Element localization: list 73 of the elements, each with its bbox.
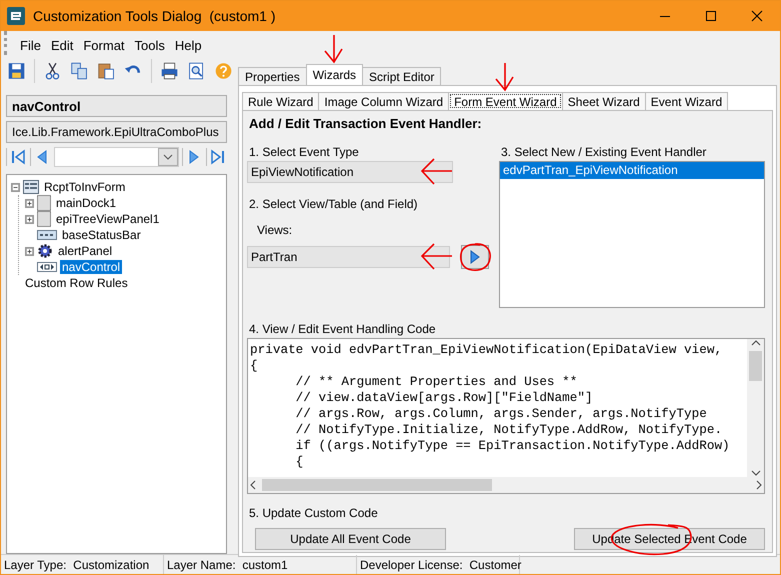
scroll-down-icon[interactable] [750,469,760,477]
tab[interactable]: Form Event Wizard [448,92,563,110]
tab[interactable]: Wizards [306,64,364,85]
expand-icon[interactable] [25,246,34,256]
status-text: Developer License: Customer [357,555,520,574]
form-icon [23,180,39,194]
scrollbar-thumb[interactable] [749,351,762,381]
print-preview-icon[interactable] [186,60,206,82]
scroll-right-icon[interactable] [754,480,764,490]
tab[interactable]: Image Column Wizard [318,92,450,110]
code-line: if ((args.NotifyType == EpiTransaction.NotifyType.AddRow) [294,438,731,454]
copy-icon[interactable] [70,60,89,82]
tree-item[interactable]: mainDock1 [54,196,118,210]
first-record-icon[interactable] [6,148,27,166]
tree-item[interactable]: navControl [60,260,122,274]
print-icon[interactable] [160,60,179,82]
status-text: Layer Name: custom1 [164,555,357,574]
tree-item[interactable]: alertPanel [56,244,114,258]
code-editor[interactable] [247,338,765,494]
control-type-field: Ice.Lib.Framework.EpiUltraComboPlus [6,121,227,143]
tab[interactable]: Rule Wizard [242,92,320,110]
save-icon[interactable] [7,60,26,82]
app-logo-icon [7,7,25,25]
maximize-icon [705,10,717,22]
field-label: 3. Select New / Existing Event Handler [500,145,708,161]
code-line: { [250,358,259,374]
field-label: 2. Select View/Table (and Field) [248,197,419,213]
section-heading: Add / Edit Transaction Event Handler: [248,116,483,131]
control-name-field: navControl [6,95,227,117]
field-label: 5. Update Custom Code [248,506,379,522]
menu-item[interactable]: File [15,38,46,52]
scroll-left-icon[interactable] [248,480,258,490]
play-icon [470,250,480,264]
code-line: // ** Argument Properties and Uses ** [294,374,578,390]
views-combo[interactable]: PartTran [247,246,450,268]
event-type-combo[interactable]: EpiViewNotification [247,161,453,183]
panel-icon [37,211,51,227]
code-line: private void edvPartTran_EpiViewNotification(EpiDataView view, [250,342,724,358]
tree-item[interactable]: RcptToInvForm [42,180,128,194]
menu-item[interactable]: Help [170,38,207,52]
expand-icon[interactable] [25,214,34,224]
navigator-icon [37,262,57,272]
update-button[interactable]: Update All Event Code [255,528,446,550]
code-line: // view.dataView[args.Row]["FieldName"] [294,390,594,406]
tree-item[interactable]: Custom Row Rules [23,276,130,290]
close-icon [751,10,763,22]
field-label: 4. View / Edit Event Handling Code [248,322,437,338]
menu-item[interactable]: Format [78,38,130,52]
menu-item[interactable]: Tools [130,38,170,52]
last-record-icon[interactable] [206,148,227,166]
code-line: // args.Row, args.Column, args.Sender, args.NotifyType [294,406,708,422]
status-text: Layer Type: Customization [1,555,164,574]
tab[interactable]: Sheet Wizard [562,92,646,110]
field-label: 1. Select Event Type [248,145,360,161]
tab[interactable]: Script Editor [362,67,442,85]
panel-icon [37,195,51,211]
code-line: // NotifyType.Initialize, NotifyType.AddRow, NotifyType. [294,422,724,438]
collapse-icon[interactable] [11,182,20,192]
tab[interactable]: Properties [238,67,307,85]
status-bar-icon [37,230,57,240]
tree-item[interactable]: baseStatusBar [60,228,143,242]
menu-item[interactable]: Edit [46,38,78,52]
scroll-up-icon[interactable] [750,339,760,347]
expand-icon[interactable] [25,198,34,208]
window-title: Customization Tools Dialog (custom1 ) [33,8,277,24]
list-item[interactable]: edvPartTran_EpiViewNotification [500,162,764,179]
code-line: { [294,454,304,470]
field-label: Views: [256,223,294,239]
scrollbar-thumb[interactable] [262,479,492,491]
gear-icon [37,243,53,259]
tree-item[interactable]: epiTreeViewPanel1 [54,212,162,226]
tab[interactable]: Event Wizard [644,92,728,110]
dropdown-icon[interactable] [158,148,178,166]
